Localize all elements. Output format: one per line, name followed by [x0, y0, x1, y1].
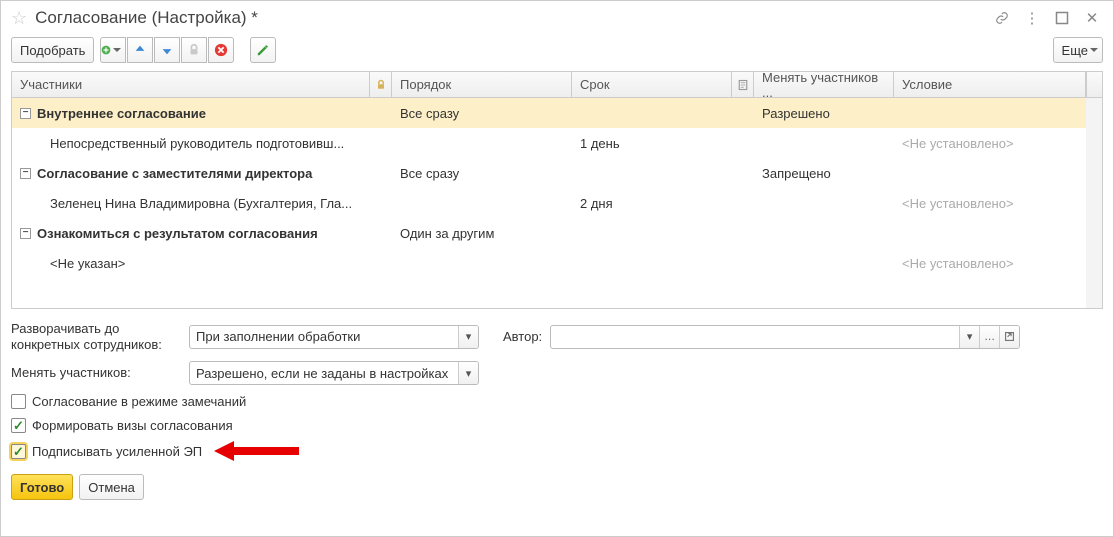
cell-change: Разрешено: [754, 98, 894, 128]
cancel-button-label: Отмена: [88, 480, 135, 495]
cell-term: [572, 248, 732, 278]
cell-condition: <Не установлено>: [894, 128, 1086, 158]
col-term[interactable]: Срок: [572, 72, 732, 97]
footer: Готово Отмена: [1, 468, 1113, 510]
cell-change: [754, 188, 894, 218]
expand-label: Разворачивать до конкретных сотрудников:: [11, 321, 181, 352]
select-button-label: Подобрать: [20, 43, 85, 58]
cell-order: Все сразу: [392, 98, 572, 128]
cell-participants: Согласование с заместителями директора: [37, 166, 312, 181]
lock-button[interactable]: [181, 37, 207, 63]
col-order[interactable]: Порядок: [392, 72, 572, 97]
cell-participants: Внутреннее согласование: [37, 106, 206, 121]
close-icon[interactable]: ✕: [1081, 7, 1103, 29]
participants-table: Участники Порядок Срок Менять участников…: [11, 71, 1103, 309]
chevron-down-icon[interactable]: ▾: [458, 326, 478, 348]
change-combo-value: Разрешено, если не заданы в настройках: [190, 362, 458, 384]
kebab-menu-icon[interactable]: ⋮: [1021, 7, 1043, 29]
cell-term: 2 дня: [572, 188, 732, 218]
remarks-checkbox-label: Согласование в режиме замечаний: [32, 394, 246, 409]
scroll-gutter-head: [1086, 72, 1102, 97]
sign-checkbox[interactable]: [11, 444, 26, 459]
col-change[interactable]: Менять участников ...: [754, 72, 894, 97]
cell-term: [572, 218, 732, 248]
table-row[interactable]: − Внутреннее согласование Все сразу Разр…: [12, 98, 1086, 128]
move-up-button[interactable]: [127, 37, 153, 63]
move-down-button[interactable]: [154, 37, 180, 63]
more-button-label: Еще: [1062, 43, 1088, 58]
table-header: Участники Порядок Срок Менять участников…: [12, 72, 1102, 98]
collapse-icon[interactable]: −: [20, 228, 31, 239]
col-participants[interactable]: Участники: [12, 72, 370, 97]
table-row[interactable]: − Согласование с заместителями директора…: [12, 158, 1086, 188]
open-icon[interactable]: [999, 326, 1019, 348]
cell-participants: Ознакомиться с результатом согласования: [37, 226, 318, 241]
sign-checkbox-label: Подписывать усиленной ЭП: [32, 444, 202, 459]
visas-checkbox[interactable]: [11, 418, 26, 433]
favorite-star-icon[interactable]: ☆: [11, 8, 27, 29]
change-label: Менять участников:: [11, 365, 181, 381]
window-title: Согласование (Настройка) *: [35, 8, 983, 28]
settings-form: Разворачивать до конкретных сотрудников:…: [1, 309, 1113, 468]
visas-checkbox-label: Формировать визы согласования: [32, 418, 233, 433]
cell-condition: [894, 158, 1086, 188]
col-lock-icon[interactable]: [370, 72, 392, 97]
toolbar-group-main: [100, 37, 234, 63]
cell-change: [754, 218, 894, 248]
vertical-scrollbar[interactable]: [1086, 98, 1102, 308]
change-combo[interactable]: Разрешено, если не заданы в настройках ▾: [189, 361, 479, 385]
expand-combo-value: При заполнении обработки: [190, 326, 458, 348]
collapse-icon[interactable]: −: [20, 108, 31, 119]
cell-participants: <Не указан>: [20, 256, 125, 271]
cell-order: Один за другим: [392, 218, 572, 248]
cell-condition: [894, 218, 1086, 248]
cell-change: Запрещено: [754, 158, 894, 188]
table-body: − Внутреннее согласование Все сразу Разр…: [12, 98, 1086, 308]
chevron-down-icon[interactable]: ▾: [458, 362, 478, 384]
toolbar: Подобрать Еще: [1, 33, 1113, 71]
author-label: Автор:: [503, 329, 542, 344]
more-button[interactable]: Еще: [1053, 37, 1103, 63]
table-row[interactable]: − Ознакомиться с результатом согласовани…: [12, 218, 1086, 248]
col-condition[interactable]: Условие: [894, 72, 1086, 97]
titlebar: ☆ Согласование (Настройка) * ⋮ ✕: [1, 1, 1113, 33]
add-button[interactable]: [100, 37, 126, 63]
cell-condition: <Не установлено>: [894, 248, 1086, 278]
ellipsis-icon[interactable]: …: [979, 326, 999, 348]
cell-order: [392, 248, 572, 278]
cell-term: [572, 158, 732, 188]
cell-order: [392, 128, 572, 158]
col-document-icon[interactable]: [732, 72, 754, 97]
expand-combo[interactable]: При заполнении обработки ▾: [189, 325, 479, 349]
cancel-button[interactable]: Отмена: [79, 474, 144, 500]
link-icon[interactable]: [991, 7, 1013, 29]
cell-order: [392, 188, 572, 218]
ok-button[interactable]: Готово: [11, 474, 73, 500]
table-row[interactable]: Зеленец Нина Владимировна (Бухгалтерия, …: [12, 188, 1086, 218]
delete-button[interactable]: [208, 37, 234, 63]
remarks-checkbox[interactable]: [11, 394, 26, 409]
edit-button[interactable]: [250, 37, 276, 63]
ok-button-label: Готово: [20, 480, 64, 495]
table-row[interactable]: Непосредственный руководитель подготовив…: [12, 128, 1086, 158]
cell-condition: [894, 98, 1086, 128]
cell-change: [754, 248, 894, 278]
maximize-icon[interactable]: [1051, 7, 1073, 29]
cell-participants: Зеленец Нина Владимировна (Бухгалтерия, …: [20, 196, 352, 211]
chevron-down-icon[interactable]: ▾: [959, 326, 979, 348]
cell-order: Все сразу: [392, 158, 572, 188]
table-row[interactable]: <Не указан> <Не установлено>: [12, 248, 1086, 278]
cell-participants: Непосредственный руководитель подготовив…: [20, 136, 344, 151]
annotation-arrow-icon: [214, 442, 299, 460]
author-combo-value: [551, 326, 959, 348]
select-button[interactable]: Подобрать: [11, 37, 94, 63]
author-combo[interactable]: ▾ …: [550, 325, 1020, 349]
cell-term: 1 день: [572, 128, 732, 158]
collapse-icon[interactable]: −: [20, 168, 31, 179]
cell-change: [754, 128, 894, 158]
cell-term: [572, 98, 732, 128]
window: ☆ Согласование (Настройка) * ⋮ ✕ Подобра…: [0, 0, 1114, 537]
cell-condition: <Не установлено>: [894, 188, 1086, 218]
